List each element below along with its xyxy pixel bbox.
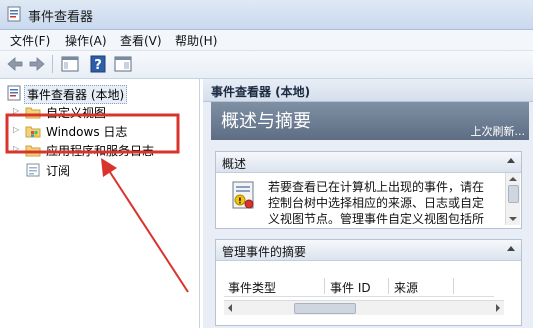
svg-text:!: ! [238, 197, 242, 206]
column-header-event-id[interactable]: 事件 ID [330, 279, 371, 296]
overview-text-line: 义视图节点。管理事件自定义视图包括所 [268, 212, 485, 224]
overview-section-title: 概述 [222, 157, 247, 171]
scroll-thumb[interactable] [508, 185, 519, 203]
event-viewer-window: 事件查看器 文件(F) 操作(A) 查看(V) 帮助(H) ? 事件查看器 (本… [0, 0, 533, 328]
last-refresh-link[interactable]: 上次刷新... [471, 123, 526, 139]
collapse-up-icon[interactable] [507, 158, 515, 163]
toolbar-separator [52, 55, 53, 73]
tree-item-app-service-logs[interactable]: ▷ 应用程序和服务日志 [0, 141, 199, 159]
window-title: 事件查看器 [28, 10, 94, 25]
folder-icon [25, 145, 41, 157]
admin-events-summary-section: 管理事件的摘要 事件类型 事件 ID 来源 [215, 239, 522, 326]
expand-arrow-icon[interactable]: ▷ [13, 106, 19, 115]
column-header-source[interactable]: 来源 [394, 279, 418, 296]
tree-item-label: 应用程序和服务日志 [46, 144, 155, 158]
content-header-title: 事件查看器 (本地) [211, 85, 311, 99]
tree-item-subscriptions[interactable]: 订阅 [0, 161, 199, 179]
overview-text-line: 控制台树中选择相应的来源、日志或自定 [268, 196, 485, 210]
summary-section-header[interactable]: 管理事件的摘要 [216, 240, 521, 261]
menu-action[interactable]: 操作(A) [63, 32, 109, 49]
event-viewer-icon [7, 85, 21, 101]
tree-root-label: 事件查看器 (本地) [24, 85, 128, 104]
column-divider[interactable] [324, 278, 325, 294]
banner-title: 概述与摘要 [221, 111, 311, 132]
scroll-thumb[interactable] [294, 303, 356, 314]
console-tree: 事件查看器 (本地) ▷ 自定义视图 ▷ Windows 日志 ▷ 应用程序和服… [0, 79, 200, 328]
tree-item-label: 订阅 [46, 164, 71, 178]
toolbar: ? [0, 51, 533, 79]
scroll-right-arrow-icon[interactable] [496, 304, 500, 312]
event-viewer-app-icon [7, 6, 21, 22]
menu-help[interactable]: 帮助(H) [173, 32, 219, 49]
scroll-left-arrow-icon[interactable] [228, 304, 232, 312]
column-divider[interactable] [453, 278, 454, 294]
overview-section-header[interactable]: 概述 [216, 152, 521, 173]
title-bar: 事件查看器 [0, 0, 533, 30]
tree-item-label: 自定义视图 [46, 106, 107, 120]
overview-section: 概述 ! 若要查看已在计算机上出现的事件，请在 控制台树中选择相应的来源、日志或… [215, 151, 522, 229]
tree-root[interactable]: 事件查看器 (本地) [0, 84, 199, 104]
windows-logs-folder-icon [25, 126, 41, 138]
menu-view[interactable]: 查看(V) [118, 32, 164, 49]
help-icon[interactable]: ? [88, 54, 108, 74]
console-tree-icon[interactable] [60, 54, 80, 74]
content-pane: 事件查看器 (本地) 概述与摘要 上次刷新... 概述 ! 若要查看已在计算机上… [203, 79, 533, 328]
event-log-icon: ! [232, 181, 254, 209]
forward-arrow-icon[interactable] [27, 54, 47, 74]
scroll-down-arrow-icon[interactable] [509, 217, 517, 221]
subscriptions-icon [26, 163, 40, 177]
overview-vertical-scrollbar[interactable] [505, 173, 520, 225]
scroll-up-arrow-icon[interactable] [509, 177, 517, 181]
collapse-up-icon[interactable] [507, 246, 515, 251]
expand-arrow-icon[interactable]: ▷ [13, 144, 19, 153]
column-header-event-type[interactable]: 事件类型 [228, 279, 276, 296]
folder-icon [25, 107, 41, 119]
summary-table-header: 事件类型 事件 ID 来源 [224, 276, 494, 297]
summary-section-title: 管理事件的摘要 [222, 245, 307, 259]
tree-item-windows-logs[interactable]: ▷ Windows 日志 [0, 122, 199, 140]
expand-arrow-icon[interactable]: ▷ [13, 125, 19, 134]
overview-text-line: 若要查看已在计算机上出现的事件，请在 [268, 180, 485, 194]
summary-banner: 概述与摘要 上次刷新... [211, 102, 529, 140]
tree-item-custom-views[interactable]: ▷ 自定义视图 [0, 103, 199, 121]
back-arrow-icon[interactable] [5, 54, 25, 74]
menu-file[interactable]: 文件(F) [8, 32, 52, 49]
menu-bar: 文件(F) 操作(A) 查看(V) 帮助(H) [0, 30, 533, 51]
column-divider[interactable] [388, 278, 389, 294]
content-header: 事件查看器 (本地) [203, 79, 533, 102]
show-pane-icon[interactable] [113, 54, 133, 74]
summary-horizontal-scrollbar[interactable] [224, 300, 504, 315]
tree-item-label: Windows 日志 [46, 125, 128, 139]
svg-text:?: ? [94, 58, 102, 73]
